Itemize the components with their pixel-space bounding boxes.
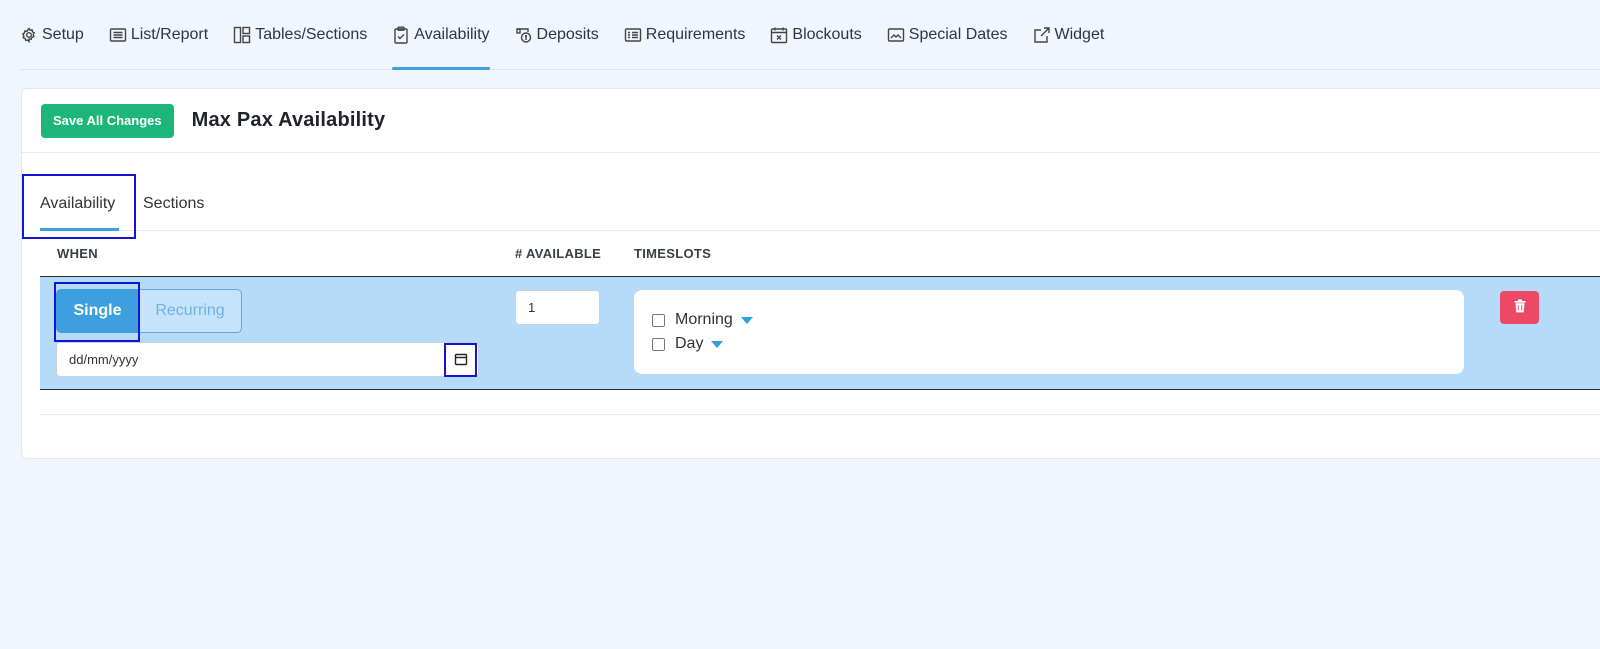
nav-item-requirements[interactable]: Requirements <box>624 0 746 70</box>
form-icon <box>624 26 642 44</box>
nav-label: Requirements <box>645 25 746 43</box>
timeslot-item: Day <box>652 332 1464 356</box>
nav-item-list-report[interactable]: List/Report <box>109 0 208 70</box>
nav-item-special-dates[interactable]: Special Dates <box>887 0 1008 70</box>
nav-item-tables-sections[interactable]: Tables/Sections <box>233 0 367 70</box>
clipboard-icon <box>392 26 410 44</box>
tab-sections[interactable]: Sections <box>143 176 204 231</box>
timeslots-panel: Morning Day <box>634 290 1464 374</box>
gear-icon <box>20 26 38 44</box>
layout-icon <box>233 26 251 44</box>
nav-label: Tables/Sections <box>255 25 368 43</box>
column-header-available: # AVAILABLE <box>515 246 602 261</box>
nav-label: Deposits <box>536 25 599 43</box>
nav-item-widget[interactable]: Widget <box>1033 0 1105 70</box>
trash-icon <box>1514 299 1526 316</box>
nav-label: List/Report <box>130 25 209 43</box>
nav-item-deposits[interactable]: Deposits <box>515 0 599 70</box>
deposit-icon <box>515 26 533 44</box>
timeslot-label-day: Day <box>675 335 704 352</box>
date-input[interactable] <box>57 343 437 376</box>
caret-down-icon[interactable] <box>740 316 753 324</box>
tab-bar: Availability Sections <box>40 176 1600 231</box>
list-icon <box>109 26 127 44</box>
table-row: Single Recurring Morning Day <box>40 277 1600 390</box>
delete-row-button[interactable] <box>1500 291 1539 324</box>
nav-label: Widget <box>1054 25 1105 43</box>
timeslot-item: Morning <box>652 308 1464 332</box>
nav-item-setup[interactable]: Setup <box>20 0 84 70</box>
mode-toggle: Single Recurring <box>56 289 242 333</box>
nav-label: Special Dates <box>908 25 1008 43</box>
column-header-when: WHEN <box>57 246 98 261</box>
card-header: Save All Changes Max Pax Availability <box>22 89 1600 153</box>
timeslot-checkbox-day[interactable] <box>652 337 665 351</box>
timeslot-label-morning: Morning <box>675 311 733 328</box>
nav-label: Availability <box>414 25 490 43</box>
date-field <box>56 342 479 377</box>
recurring-mode-button[interactable]: Recurring <box>139 289 242 333</box>
nav-item-blockouts[interactable]: Blockouts <box>770 0 862 70</box>
image-frame-icon <box>887 26 905 44</box>
timeslot-checkbox-morning[interactable] <box>652 313 665 327</box>
single-mode-button[interactable]: Single <box>56 289 139 333</box>
nav-label: Setup <box>42 25 84 43</box>
column-header-timeslots: TIMESLOTS <box>634 246 712 261</box>
save-all-changes-button[interactable]: Save All Changes <box>41 103 174 138</box>
top-nav: Setup List/Report Tables/Sections Availa… <box>20 0 1600 70</box>
external-link-icon <box>1033 26 1051 44</box>
available-count-input[interactable] <box>515 290 600 325</box>
calendar-icon[interactable] <box>454 352 468 366</box>
tab-availability[interactable]: Availability <box>40 176 119 231</box>
divider <box>40 414 1600 415</box>
nav-label: Blockouts <box>792 25 862 43</box>
calendar-x-icon <box>770 26 788 44</box>
table-header: WHEN # AVAILABLE TIMESLOTS <box>40 231 1600 277</box>
page-title: Max Pax Availability <box>191 109 386 131</box>
nav-item-availability[interactable]: Availability <box>392 0 490 70</box>
caret-down-icon[interactable] <box>711 340 724 348</box>
availability-card: Save All Changes Max Pax Availability Av… <box>21 88 1600 459</box>
